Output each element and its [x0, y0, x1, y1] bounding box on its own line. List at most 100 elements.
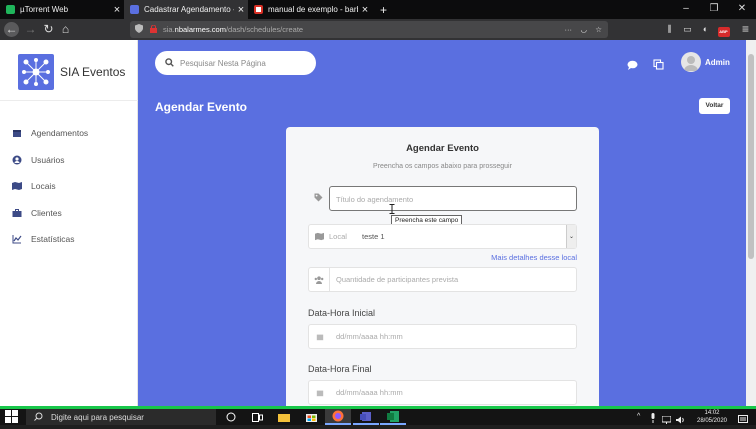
search-icon: [165, 57, 174, 69]
clock-date: 28/05/2020: [696, 418, 728, 424]
menu-icon[interactable]: ≡: [738, 22, 753, 37]
new-tab-button[interactable]: +: [374, 0, 390, 19]
taskbar-search-placeholder: Digite aqui para pesquisar: [51, 412, 144, 422]
firefox-icon[interactable]: [325, 409, 351, 425]
windows-start-icon[interactable]: [5, 410, 21, 424]
sidebar-item-estatisticas[interactable]: Estatísticas: [0, 229, 138, 249]
excel-icon[interactable]: [380, 409, 406, 425]
brand[interactable]: SIA Eventos: [0, 40, 138, 101]
url-path: /dash/schedules/create: [225, 25, 304, 34]
volume-icon[interactable]: [676, 411, 685, 429]
window-close-icon[interactable]: ✕: [728, 0, 756, 19]
title-placeholder: Título do agendamento: [336, 195, 414, 204]
brand-name: SIA Eventos: [60, 65, 126, 79]
reload-icon[interactable]: ↻: [41, 22, 56, 37]
task-view-icon[interactable]: [244, 409, 270, 425]
search-icon: [34, 412, 43, 423]
adblock-icon[interactable]: ABP: [716, 22, 731, 37]
clock[interactable]: 14:02 28/05/2020: [690, 409, 734, 425]
sidebar-toggle-icon[interactable]: ▭: [680, 22, 695, 37]
form-title: Agendar Evento: [406, 143, 479, 154]
search-placeholder: Pesquisar Nesta Página: [180, 58, 266, 68]
browser-nav-bar: ← → ↻ ⌂ sia.nbalarmes.com/dash/schedules…: [0, 19, 756, 40]
calendar-icon: [309, 381, 330, 404]
extension-icon[interactable]: ◐: [698, 22, 713, 37]
browser-tab-active[interactable]: Cadastrar Agendamento - SIA ×: [124, 0, 248, 19]
microphone-icon[interactable]: [650, 410, 656, 428]
tab-label: µTorrent Web: [20, 5, 69, 14]
tray-chevron-icon[interactable]: ^: [637, 413, 640, 420]
participants-field[interactable]: Quantidade de participantes prevista: [308, 267, 577, 292]
notifications-icon[interactable]: [738, 411, 748, 429]
start-label: Data-Hora Inicial: [308, 308, 376, 318]
close-tab-icon[interactable]: ×: [234, 4, 248, 16]
new-tab-label: +: [380, 2, 388, 17]
browser-tab[interactable]: µTorrent Web ×: [0, 0, 124, 19]
title-input[interactable]: Título do agendamento: [329, 186, 577, 211]
url-text: sia.nbalarmes.com/dash/schedules/create: [163, 25, 303, 34]
calendar-icon: [309, 325, 330, 348]
gmail-icon: [254, 5, 263, 14]
close-tab-icon[interactable]: ×: [358, 4, 372, 16]
chart-icon: [12, 234, 22, 244]
network-logo-icon: [18, 54, 54, 90]
user-icon: [12, 155, 22, 165]
tag-icon: [308, 186, 329, 209]
back-button[interactable]: Voltar: [699, 98, 730, 114]
sidebar-item-locais[interactable]: Locais: [0, 176, 138, 196]
form-card: Agendar Evento Preencha os campos abaixo…: [286, 127, 599, 406]
end-placeholder: dd/mm/aaaa hh:mm: [336, 388, 403, 397]
maximize-icon[interactable]: ❐: [700, 0, 728, 19]
pocket-icon[interactable]: ◡: [580, 25, 587, 34]
clock-time: 14:02: [704, 410, 720, 416]
end-datetime-field[interactable]: dd/mm/aaaa hh:mm: [308, 380, 577, 405]
end-label: Data-Hora Final: [308, 364, 372, 374]
sidebar-item-agendamentos[interactable]: Agendamentos: [0, 123, 138, 143]
location-label: Local: [329, 232, 347, 241]
sidebar-item-label: Usuários: [31, 155, 65, 165]
avatar[interactable]: [681, 52, 701, 72]
sidebar-item-label: Clientes: [31, 208, 62, 218]
file-explorer-icon[interactable]: [271, 409, 297, 425]
network-icon[interactable]: [661, 411, 672, 429]
teams-icon[interactable]: [353, 409, 379, 425]
start-placeholder: dd/mm/aaaa hh:mm: [336, 332, 403, 341]
store-icon[interactable]: [298, 409, 324, 425]
sidebar-item-label: Agendamentos: [31, 128, 89, 138]
sidebar-item-usuarios[interactable]: Usuários: [0, 150, 138, 170]
calendar-icon: [12, 128, 22, 138]
minimize-icon[interactable]: –: [672, 0, 700, 19]
user-name[interactable]: Admin: [705, 58, 730, 67]
location-value: teste 1: [362, 232, 385, 241]
cortana-icon[interactable]: [218, 409, 244, 425]
start-datetime-field[interactable]: dd/mm/aaaa hh:mm: [308, 324, 577, 349]
home-icon[interactable]: ⌂: [58, 22, 73, 37]
chat-icon[interactable]: [627, 57, 638, 75]
library-icon[interactable]: ⫼: [662, 22, 677, 37]
location-details-link[interactable]: Mais detalhes desse local: [491, 253, 577, 262]
chevron-down-icon[interactable]: ⌄: [566, 225, 576, 248]
page-title: Agendar Evento: [155, 100, 248, 114]
page-content: SIA Eventos Agendamentos Usuários Locais…: [0, 40, 756, 406]
adblock-badge: ABP: [717, 27, 730, 37]
taskbar-search[interactable]: Digite aqui para pesquisar: [26, 409, 216, 425]
bookmark-star-icon[interactable]: ☆: [595, 25, 602, 34]
vertical-scrollbar[interactable]: [746, 40, 756, 406]
copy-icon[interactable]: [653, 57, 664, 75]
location-select[interactable]: Local teste 1 ⌄: [308, 224, 577, 249]
search-input[interactable]: Pesquisar Nesta Página: [155, 51, 316, 75]
more-icon[interactable]: ···: [565, 25, 573, 34]
forward-icon[interactable]: →: [23, 22, 38, 37]
form-subtitle: Preencha os campos abaixo para prossegui…: [373, 163, 512, 170]
close-tab-icon[interactable]: ×: [110, 4, 124, 16]
scrollbar-thumb[interactable]: [748, 54, 754, 259]
browser-tab[interactable]: manual de exemplo - barbosa ×: [248, 0, 372, 19]
sidebar: SIA Eventos Agendamentos Usuários Locais…: [0, 40, 138, 406]
map-icon: [309, 225, 330, 248]
browser-tab-bar: µTorrent Web × Cadastrar Agendamento - S…: [0, 0, 756, 19]
back-icon[interactable]: ←: [4, 22, 19, 37]
users-icon: [309, 268, 330, 291]
utorrent-icon: [6, 5, 15, 14]
url-bar[interactable]: sia.nbalarmes.com/dash/schedules/create …: [130, 21, 608, 38]
sidebar-item-clientes[interactable]: Clientes: [0, 203, 138, 223]
